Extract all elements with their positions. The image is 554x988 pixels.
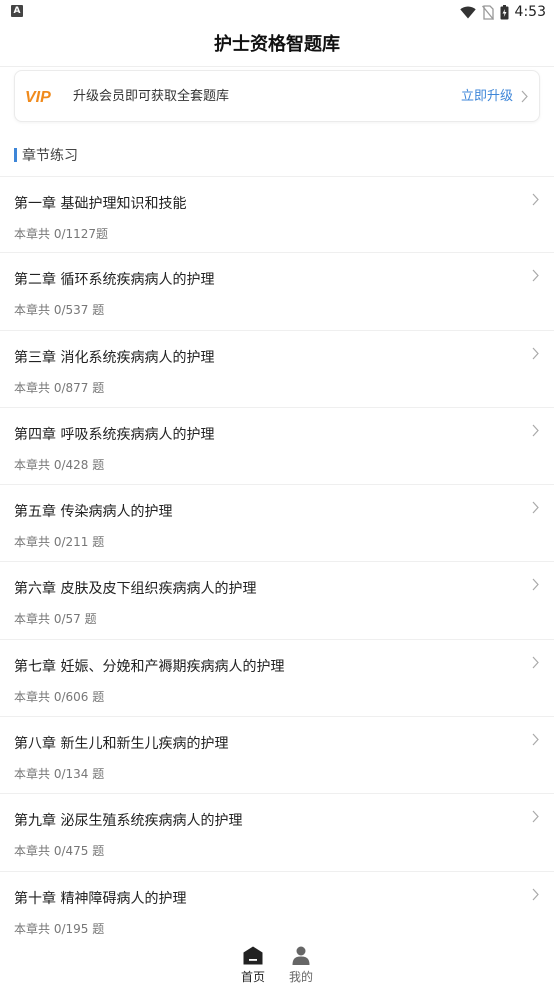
chapter-title: 第三章 消化系统疾病病人的护理 — [14, 349, 215, 366]
chapter-question-count: 本章共 0/57 题 — [14, 612, 97, 627]
clock: 4:53 — [514, 4, 546, 20]
chevron-right-icon — [532, 656, 539, 669]
chapter-row[interactable]: 第五章 传染病病人的护理 本章共 0/211 题 — [0, 485, 554, 563]
section-accent-bar — [14, 148, 17, 162]
vip-message: 升级会员即可获取全套题库 — [73, 89, 230, 104]
home-icon — [243, 946, 263, 965]
chapter-title: 第七章 妊娠、分娩和产褥期疾病病人的护理 — [14, 658, 285, 675]
chapter-question-count: 本章共 0/1127题 — [14, 227, 109, 241]
tab-me[interactable]: 我的 — [281, 938, 321, 988]
tab-home[interactable]: 首页 — [233, 938, 273, 988]
chapter-row[interactable]: 第二章 循环系统疾病病人的护理 本章共 0/537 题 — [0, 253, 554, 331]
section-title: 章节练习 — [22, 148, 78, 164]
page-title: 护士资格智题库 — [214, 34, 340, 55]
chevron-right-icon — [532, 888, 539, 901]
chevron-right-icon — [532, 347, 539, 359]
chapter-row[interactable]: 第一章 基础护理知识和技能 本章共 0/1127题 — [0, 176, 554, 254]
chapter-title: 第十章 精神障碍病人的护理 — [14, 890, 187, 907]
chapter-title: 第六章 皮肤及皮下组织疾病病人的护理 — [14, 581, 257, 598]
chapter-row[interactable]: 第七章 妊娠、分娩和产褥期疾病病人的护理 本章共 0/606 题 — [0, 639, 554, 718]
no-sim-icon — [481, 4, 494, 20]
chevron-right-icon — [532, 733, 539, 746]
battery-icon — [500, 4, 509, 19]
bottom-tab-bar: 首页 我的 — [0, 938, 554, 988]
wifi-icon — [459, 5, 476, 19]
vip-logo-icon: VIP — [25, 89, 51, 105]
chevron-right-icon — [532, 501, 539, 514]
chapter-question-count: 本章共 0/211 题 — [14, 535, 105, 550]
chapter-row[interactable]: 第四章 呼吸系统疾病病人的护理 本章共 0/428 题 — [0, 407, 554, 486]
section-header: 章节练习 — [14, 146, 78, 164]
tab-me-label: 我的 — [288, 970, 313, 984]
chapter-list: 第一章 基础护理知识和技能 本章共 0/1127题 第二章 循环系统疾病病人的护理本… — [0, 176, 554, 949]
chapter-question-count: 本章共 0/537 题 — [14, 303, 105, 318]
chapter-question-count: 本章共 0/428 题 — [14, 457, 105, 472]
chapter-question-count: 本章共 0/134 题 — [14, 767, 105, 782]
chapter-question-count: 本章共 0/877 题 — [14, 380, 105, 395]
chapter-question-count: 本章共 0/606 题 — [14, 689, 105, 704]
notification-badge: A — [11, 5, 23, 17]
chapter-question-count: 本章共 0/195 题 — [14, 921, 105, 936]
chevron-right-icon — [532, 579, 539, 591]
chapter-title: 第二章 循环系统疾病病人的护理 — [14, 272, 215, 289]
vip-logo-text: VIP — [25, 89, 51, 105]
chevron-right-icon — [521, 90, 528, 103]
chevron-right-icon — [532, 193, 539, 206]
upgrade-now-link[interactable]: 立即升级 — [461, 71, 513, 123]
chapter-title: 第八章 新生儿和新生儿疾病的护理 — [14, 736, 229, 753]
chevron-right-icon — [532, 810, 539, 823]
title-bar: 护士资格智题库 — [0, 24, 554, 66]
vip-banner[interactable]: VIP 升级会员即可获取全套题库 立即升级 — [14, 70, 540, 122]
chapter-title: 第五章 传染病病人的护理 — [14, 504, 173, 521]
chapter-row[interactable]: 第九章 泌尿生殖系统疾病病人的护理 本章共 0/475 题 — [0, 794, 554, 872]
status-icons: 4:53 — [459, 2, 546, 22]
chapter-title: 第一章 基础护理知识和技能 — [14, 196, 187, 212]
chevron-right-icon — [532, 424, 539, 437]
tab-home-label: 首页 — [240, 970, 265, 984]
person-icon — [292, 946, 310, 965]
chapter-question-count: 本章共 0/475 题 — [14, 844, 105, 859]
chapter-title: 第四章 呼吸系统疾病病人的护理 — [14, 426, 215, 443]
chapter-row[interactable]: 第六章 皮肤及皮下组织疾病病人的护理 本章共 0/57 题 — [0, 562, 554, 640]
title-divider — [0, 66, 554, 67]
chapter-row[interactable]: 第三章 消化系统疾病病人的护理 本章共 0/877 题 — [0, 330, 554, 408]
chevron-right-icon — [532, 269, 539, 282]
status-bar: A 4:53 — [0, 0, 554, 24]
chapter-title: 第九章 泌尿生殖系统疾病病人的护理 — [14, 813, 243, 830]
chapter-row[interactable]: 第八章 新生儿和新生儿疾病的护理 本章共 0/134 题 — [0, 717, 554, 795]
